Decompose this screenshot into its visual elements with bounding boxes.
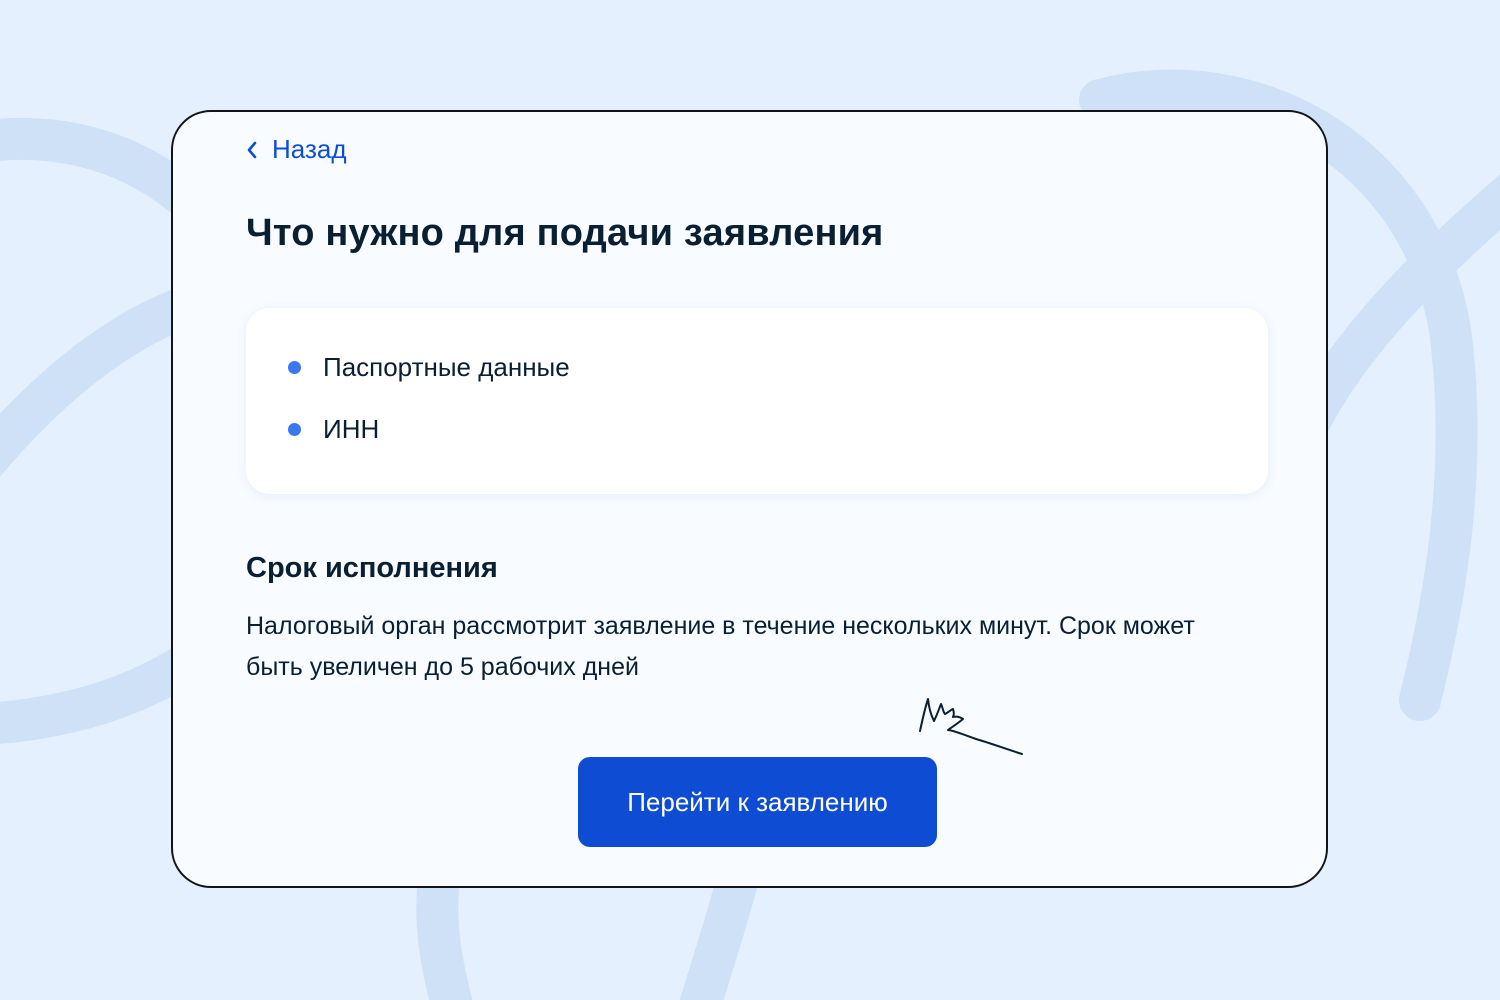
requirements-box: Паспортные данные ИНН: [246, 308, 1268, 494]
bullet-icon: [288, 360, 301, 374]
page-title: Что нужно для подачи заявления: [246, 212, 884, 254]
requirement-label: Паспортные данные: [323, 351, 570, 382]
requirements-list: Паспортные данные ИНН: [288, 352, 570, 476]
bullet-icon: [288, 422, 301, 436]
requirement-label: ИНН: [323, 413, 380, 444]
chevron-left-icon: [247, 141, 257, 158]
execution-term-title: Срок исполнения: [246, 552, 498, 584]
handwritten-signature: [919, 698, 1023, 755]
list-item: ИНН: [288, 414, 570, 444]
back-link[interactable]: Назад: [246, 134, 347, 165]
go-to-application-button[interactable]: Перейти к заявлению: [578, 757, 937, 847]
service-card: Назад Что нужно для подачи заявления Пас…: [171, 110, 1328, 888]
list-item: Паспортные данные: [288, 352, 570, 382]
back-link-label: Назад: [272, 134, 347, 164]
execution-term-text: Налоговый орган рассмотрит заявление в т…: [246, 612, 1195, 681]
